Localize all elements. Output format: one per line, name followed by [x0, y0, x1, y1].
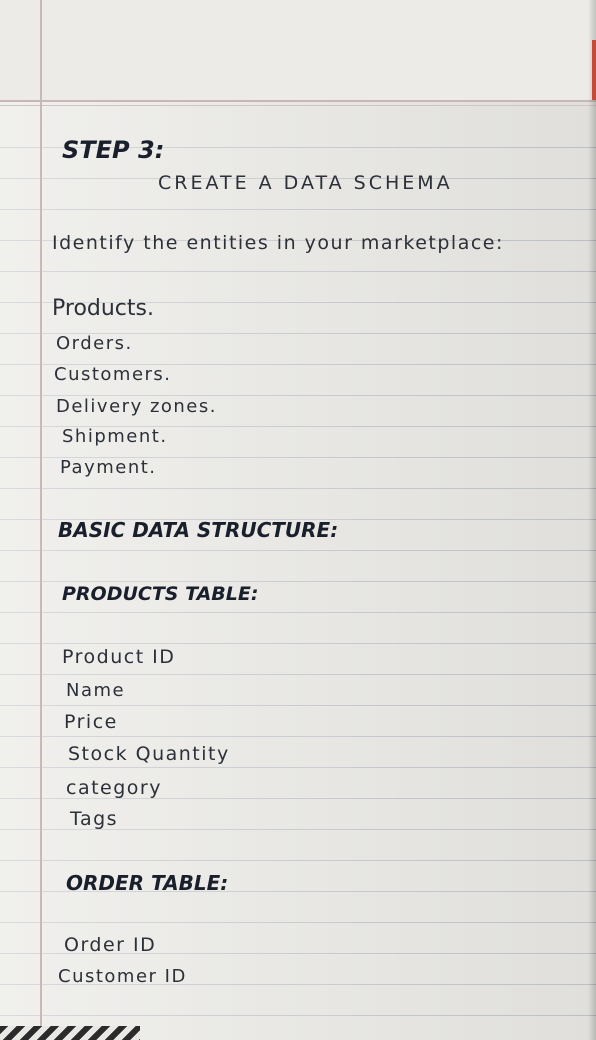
order-field: Order ID [64, 934, 157, 956]
header-rule-secondary [0, 105, 596, 106]
entity-item: Delivery zones. [56, 396, 217, 417]
entity-item: Payment. [60, 457, 157, 478]
products-field: Name [66, 680, 126, 701]
page-header-area [0, 0, 596, 100]
entity-item: Orders. [56, 333, 133, 354]
order-table-heading: ORDER TABLE: [66, 871, 229, 895]
schema-subtitle: CREATE A DATA SCHEMA [158, 172, 453, 194]
products-field: Price [64, 711, 118, 733]
products-field: category [66, 777, 162, 799]
entity-item: Shipment. [62, 426, 168, 447]
intro-text: Identify the entities in your marketplac… [52, 232, 504, 254]
margin-line [40, 0, 42, 1040]
notebook-cover-edge [592, 40, 596, 100]
products-field: Stock Quantity [68, 743, 230, 765]
notebook-page: STEP 3: CREATE A DATA SCHEMA Identify th… [0, 0, 596, 1040]
products-table-heading: PRODUCTS TABLE: [62, 583, 259, 605]
order-field: Customer ID [58, 966, 187, 987]
products-field: Tags [70, 808, 119, 830]
binding-edge [0, 1026, 140, 1040]
step-heading: STEP 3: [62, 136, 165, 164]
entity-item: Customers. [54, 364, 172, 385]
products-field: Product ID [62, 646, 176, 668]
page-edge-shadow [588, 0, 596, 1040]
header-rule [0, 100, 596, 102]
entity-item: Products. [52, 296, 154, 321]
basic-structure-heading: BASIC DATA STRUCTURE: [58, 518, 339, 542]
